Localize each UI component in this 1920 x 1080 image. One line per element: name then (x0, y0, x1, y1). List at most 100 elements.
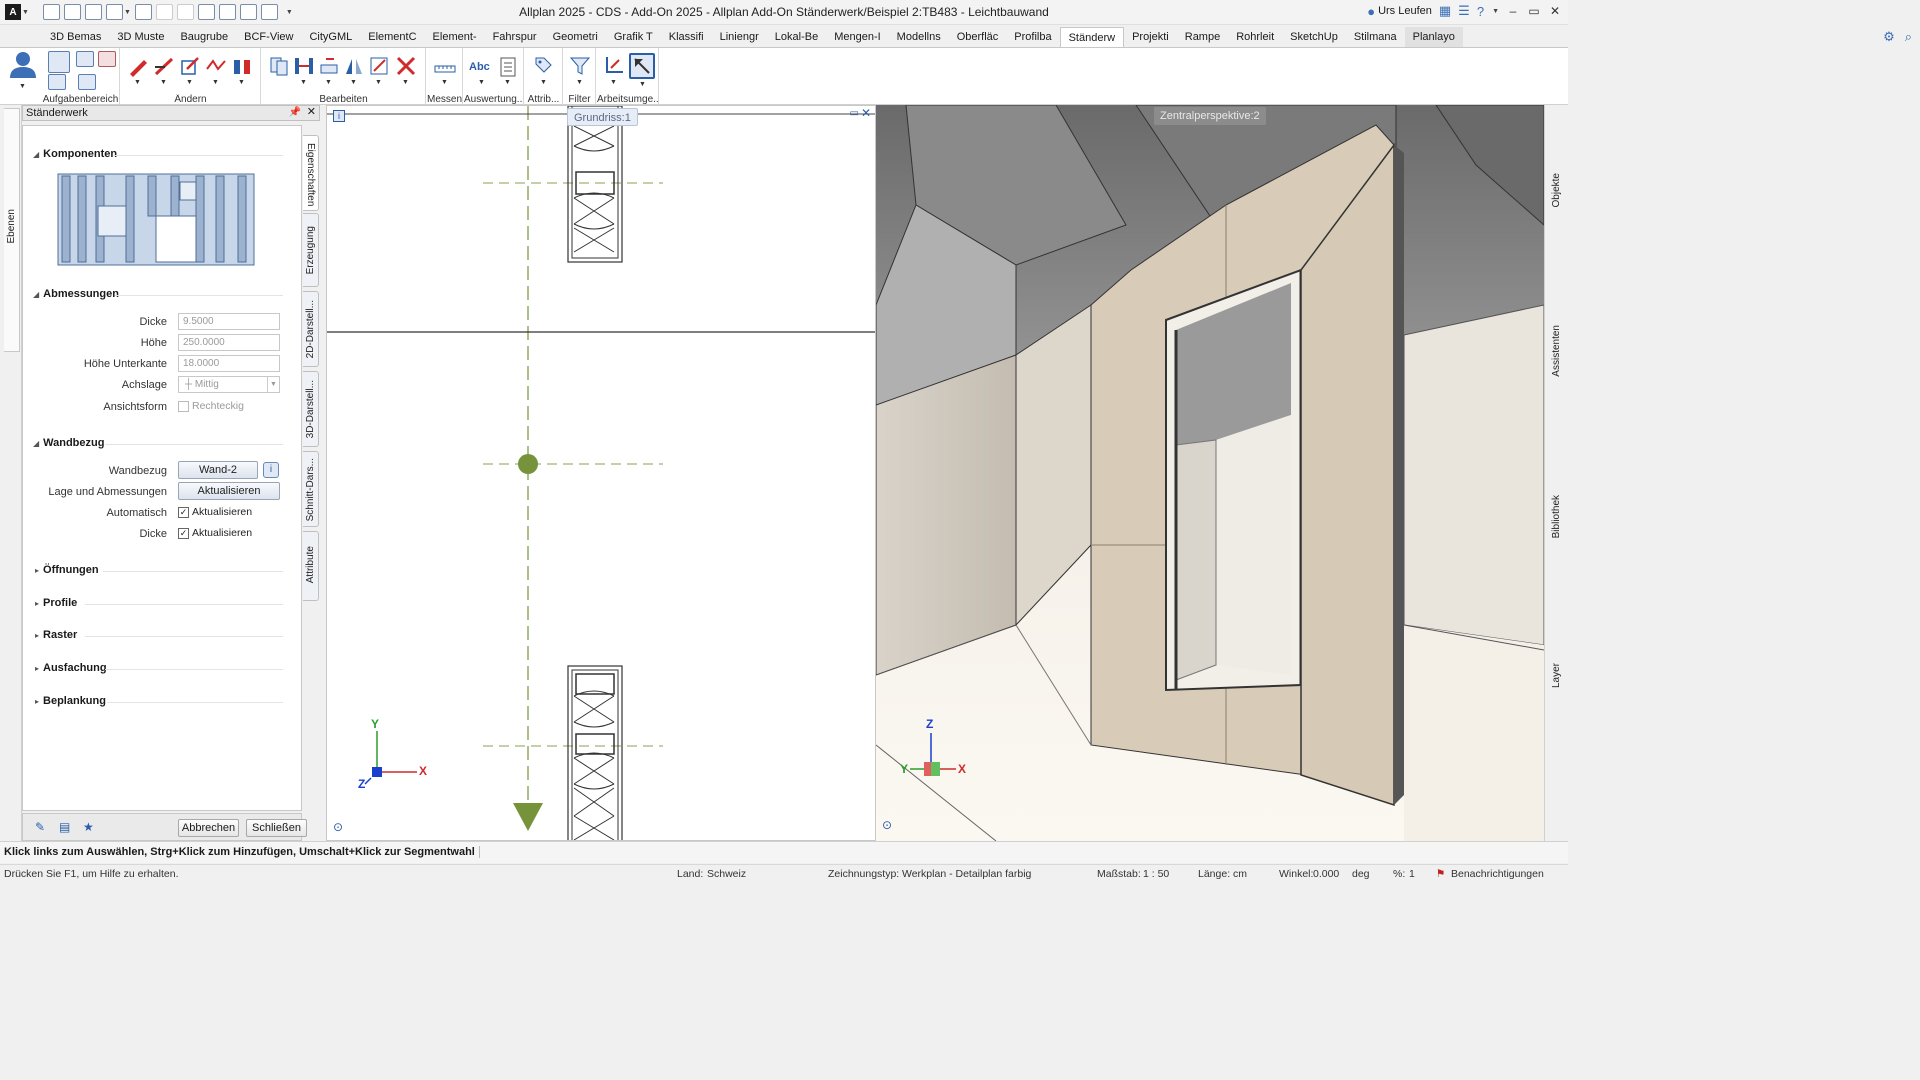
viewport-perspektive[interactable]: Z X Y Zentralperspektive:2 ⊙ (876, 105, 1544, 841)
tools-icon[interactable] (260, 4, 278, 20)
customize-caret-icon[interactable]: ▼ (286, 9, 293, 16)
move-icon[interactable] (293, 55, 315, 77)
print-caret-icon[interactable]: ▼ (124, 9, 131, 16)
undo-icon[interactable] (155, 4, 173, 20)
section-abmessungen[interactable]: ◢ Abmessungen (33, 288, 119, 300)
ansichtsform-checkbox[interactable]: Rechteckig (178, 400, 244, 412)
viewport-maximize-icon[interactable]: ▭ (850, 108, 859, 119)
scale-icon[interactable] (368, 55, 390, 77)
object-task-icon[interactable] (76, 51, 94, 67)
layer-task-icon[interactable] (48, 74, 66, 90)
winkel-unit[interactable]: deg (1352, 868, 1370, 880)
caret-3-icon[interactable]: ▼ (186, 79, 193, 86)
edit-box-icon[interactable] (179, 55, 201, 77)
attribute-tag-icon[interactable] (532, 54, 554, 76)
logo-caret-icon[interactable]: ▼ (22, 9, 29, 16)
stack-task-icon[interactable] (78, 74, 96, 90)
tab-bcf-view[interactable]: BCF-View (236, 27, 301, 47)
section-oeffnungen[interactable]: ▸ Öffnungen (35, 564, 99, 576)
viewport-info-icon[interactable]: i (333, 110, 345, 122)
tab-staenderw[interactable]: Ständerw (1059, 27, 1125, 47)
cancel-button[interactable]: Abbrechen (178, 819, 239, 837)
select-cursor-icon[interactable] (629, 53, 655, 79)
dicke-field[interactable]: 9.5000 (178, 313, 280, 330)
hoehe-unterkante-field[interactable]: 18.0000 (178, 355, 280, 372)
report-list-icon[interactable] (497, 56, 519, 78)
redo-icon[interactable] (176, 4, 194, 20)
tab-sketchup[interactable]: SketchUp (1282, 27, 1346, 47)
stretch-icon[interactable] (231, 55, 253, 77)
zeichnungstyp-value[interactable]: Werkplan - Detailplan farbig (902, 868, 1031, 880)
tab-geometri[interactable]: Geometri (545, 27, 606, 47)
wandbezug-button[interactable]: Wand-2 (178, 461, 258, 479)
pen-red-icon[interactable] (127, 55, 149, 77)
hoehe-field[interactable]: 250.0000 (178, 334, 280, 351)
filter-funnel-icon[interactable] (569, 55, 591, 77)
persp-navigation-icon[interactable]: ⊙ (882, 818, 892, 832)
tab-3d-muste[interactable]: 3D Muste (109, 27, 172, 47)
tab-baugrube[interactable]: Baugrube (172, 27, 236, 47)
tab-projekti[interactable]: Projekti (1124, 27, 1177, 47)
section-raster[interactable]: ▸ Raster (35, 629, 77, 641)
viewport-close-icon[interactable]: ✕ (861, 106, 871, 120)
maximize-icon[interactable]: ▭ (1527, 4, 1541, 18)
allplan-logo[interactable]: A (5, 4, 21, 20)
grid-menu-icon[interactable]: ▦ (1439, 3, 1451, 19)
caret-11-icon[interactable]: ▼ (441, 79, 448, 86)
tab-modellns[interactable]: Modellns (889, 27, 949, 47)
massstab-value[interactable]: 1 : 50 (1143, 868, 1169, 880)
favorite-open-icon[interactable]: ▤ (59, 820, 70, 834)
help-caret-icon[interactable]: ▼ (1492, 8, 1499, 15)
viewport-label-grundriss[interactable]: Grundriss:1 (567, 108, 638, 126)
dropdown-arrow-icon[interactable]: ▼ (267, 377, 279, 392)
tab-bibliothek[interactable]: Bibliothek (1551, 495, 1562, 538)
notifications-label[interactable]: Benachrichtigungen (1451, 868, 1544, 880)
caret-5-icon[interactable]: ▼ (238, 79, 245, 86)
section-komponenten[interactable]: ◢ Komponenten (33, 148, 117, 160)
caret-15-icon[interactable]: ▼ (576, 79, 583, 86)
minimize-icon[interactable]: – (1506, 4, 1520, 18)
caret-8-icon[interactable]: ▼ (350, 79, 357, 86)
caret-13-icon[interactable]: ▼ (504, 79, 511, 86)
caret-16-icon[interactable]: ▼ (610, 79, 617, 86)
tab-oberflac[interactable]: Oberfläc (949, 27, 1007, 47)
viewport-grundriss[interactable]: Y X Z i Grundriss:1 ▭ ✕ ⊙ (326, 105, 876, 841)
close-window-icon[interactable]: ✕ (1548, 4, 1562, 18)
mirror-icon[interactable] (343, 55, 365, 77)
settings-gear-icon[interactable]: ⚙ (1883, 29, 1895, 45)
preview-icon[interactable] (134, 4, 152, 20)
section-beplankung[interactable]: ▸ Beplankung (35, 695, 106, 707)
tab-profilba[interactable]: Profilba (1006, 27, 1059, 47)
caret-7-icon[interactable]: ▼ (325, 79, 332, 86)
view-navigation-icon[interactable]: ⊙ (333, 820, 343, 834)
tab-3d-bemas[interactable]: 3D Bemas (42, 27, 109, 47)
automatisch-checkbox[interactable]: ✓ Aktualisieren (178, 506, 252, 518)
notification-icon[interactable]: ⚑ (1436, 868, 1445, 880)
tab-elementc[interactable]: ElementC (360, 27, 424, 47)
laenge-value[interactable]: cm (1233, 868, 1247, 880)
section-wandbezug[interactable]: ◢ Wandbezug (33, 437, 104, 449)
land-value[interactable]: Schweiz (707, 868, 746, 880)
offset-icon[interactable] (318, 55, 340, 77)
copy-icon[interactable] (197, 4, 215, 20)
ebenen-tab[interactable]: Ebenen (4, 108, 20, 352)
favorite-save-icon[interactable]: ★ (83, 820, 94, 834)
pin-icon[interactable]: 📌 (289, 106, 301, 120)
polyline-icon[interactable] (205, 55, 227, 77)
tab-element[interactable]: Element- (425, 27, 485, 47)
tab-schnitt-darstellung[interactable]: Schnitt-Dars... (303, 451, 319, 527)
user-name[interactable]: Urs Leufen (1378, 5, 1432, 17)
viewport-label-zentralperspektive[interactable]: Zentralperspektive:2 (1154, 107, 1266, 125)
component-preview-image[interactable] (56, 172, 256, 267)
caret-6-icon[interactable]: ▼ (300, 79, 307, 86)
section-ausfachung[interactable]: ▸ Ausfachung (35, 662, 107, 674)
tab-mengen[interactable]: Mengen-I (826, 27, 888, 47)
layout-icon[interactable] (239, 4, 257, 20)
percent-value[interactable]: 1 (1409, 868, 1415, 880)
aktualisieren-button[interactable]: Aktualisieren (178, 482, 280, 500)
coordinate-icon[interactable] (603, 54, 625, 76)
caret-12-icon[interactable]: ▼ (478, 79, 485, 86)
new-file-icon[interactable] (42, 4, 60, 20)
winkel-value[interactable]: 0.000 (1313, 868, 1339, 880)
text-abc-icon[interactable]: Abc (469, 56, 491, 78)
